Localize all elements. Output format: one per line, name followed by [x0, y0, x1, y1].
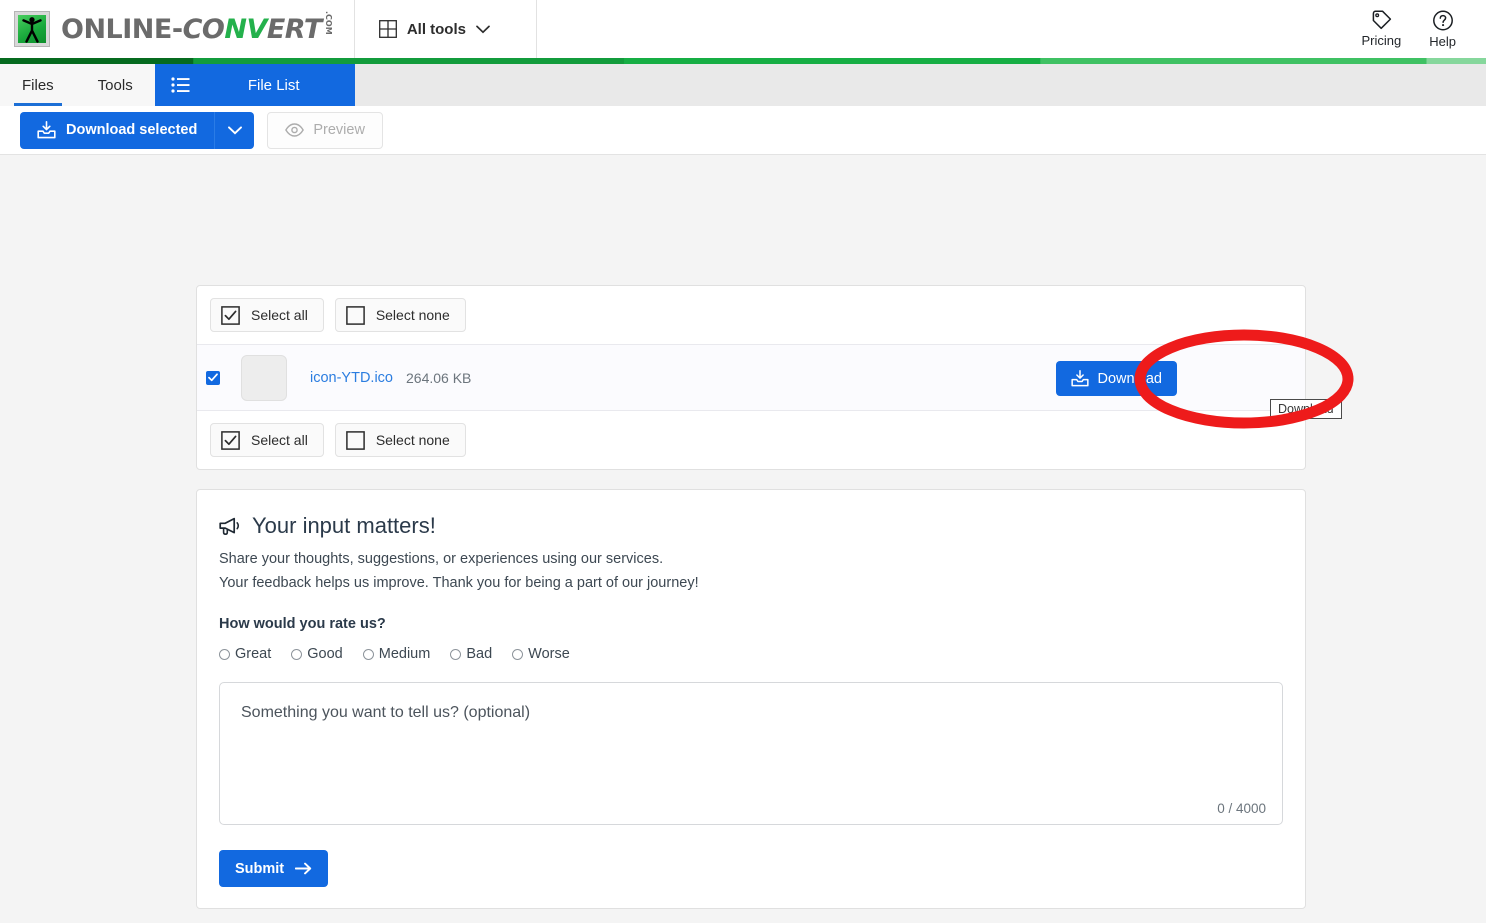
character-counter: 0 / 4000	[1217, 801, 1266, 816]
feedback-line-1: Share your thoughts, suggestions, or exp…	[197, 551, 1305, 567]
logo-dotcom: .COM	[324, 11, 332, 35]
brand-wordmark: ONLINE-CONVERT .COM	[61, 14, 332, 45]
help-button[interactable]: Help	[1429, 10, 1456, 49]
feedback-line-2: Your feedback helps us improve. Thank yo…	[197, 575, 1305, 591]
rating-radio-group: Great Good Medium Bad Worse	[197, 646, 1305, 662]
select-none-label-top: Select none	[376, 307, 450, 323]
tab-tools[interactable]: Tools	[76, 64, 155, 106]
radio-circle-icon	[512, 649, 523, 660]
download-button-label: Download	[1098, 371, 1163, 387]
megaphone-icon	[219, 517, 240, 536]
select-none-button-top[interactable]: Select none	[335, 298, 466, 332]
header-divider-right	[536, 0, 537, 58]
radio-circle-icon	[450, 649, 461, 660]
tab-bar: Files Tools File List	[0, 64, 1486, 106]
feedback-textarea-placeholder: Something you want to tell us? (optional…	[241, 704, 530, 722]
action-toolbar: Download selected Preview	[0, 106, 1486, 155]
pricing-button[interactable]: Pricing	[1362, 10, 1402, 48]
logo-n: N	[224, 14, 246, 45]
select-all-label-bottom: Select all	[251, 432, 308, 448]
select-all-label-top: Select all	[251, 307, 308, 323]
radio-circle-icon	[219, 649, 230, 660]
select-row-bottom: Select all Select none	[197, 411, 1305, 469]
download-tray-icon	[1071, 370, 1089, 387]
file-list-panel: Select all Select none icon-YTD.ico 264.…	[196, 285, 1306, 470]
radio-option-worse[interactable]: Worse	[512, 646, 570, 662]
checked-box-icon	[221, 431, 240, 450]
chevron-down-icon	[228, 126, 242, 135]
app-header: ONLINE-CONVERT .COM All tools Pricing	[0, 0, 1486, 58]
feedback-title: Your input matters!	[252, 513, 436, 539]
file-checkbox[interactable]	[206, 371, 220, 385]
select-none-button-bottom[interactable]: Select none	[335, 423, 466, 457]
download-selected-group: Download selected	[20, 112, 254, 149]
price-tag-icon	[1370, 10, 1392, 30]
logo-online: ONLINE	[61, 14, 172, 45]
radio-option-medium[interactable]: Medium	[363, 646, 431, 662]
empty-box-icon	[346, 306, 365, 325]
empty-box-icon	[346, 431, 365, 450]
feedback-title-row: Your input matters!	[197, 490, 1305, 539]
brand-logo[interactable]: ONLINE-CONVERT .COM	[0, 0, 332, 58]
eye-icon	[285, 123, 304, 137]
tab-file-list-label: File List	[207, 77, 355, 94]
file-size-label: 264.06 KB	[406, 370, 471, 386]
radio-option-bad[interactable]: Bad	[450, 646, 492, 662]
all-tools-menu[interactable]: All tools	[355, 0, 514, 58]
download-selected-button[interactable]: Download selected	[20, 112, 214, 149]
table-row: icon-YTD.ico 264.06 KB Download	[197, 344, 1305, 411]
rating-question: How would you rate us?	[197, 616, 1305, 632]
logo-v: V	[246, 14, 266, 45]
download-selected-label: Download selected	[66, 122, 197, 138]
tab-files[interactable]: Files	[0, 64, 76, 106]
all-tools-label: All tools	[407, 21, 466, 38]
download-tooltip: Download	[1270, 399, 1342, 419]
radio-label-bad: Bad	[466, 646, 492, 662]
check-mark-icon	[208, 373, 218, 382]
running-man-logo-icon	[14, 11, 50, 47]
feedback-panel: Your input matters! Share your thoughts,…	[196, 489, 1306, 909]
download-tray-icon	[37, 121, 56, 139]
select-none-label-bottom: Select none	[376, 432, 450, 448]
radio-label-worse: Worse	[528, 646, 570, 662]
checked-box-icon	[221, 306, 240, 325]
file-thumbnail	[241, 355, 287, 401]
radio-circle-icon	[291, 649, 302, 660]
preview-button[interactable]: Preview	[267, 112, 383, 149]
arrow-right-icon	[295, 862, 312, 875]
submit-button[interactable]: Submit	[219, 850, 328, 887]
help-label: Help	[1429, 34, 1456, 49]
header-right-actions: Pricing Help	[1362, 0, 1486, 58]
radio-label-medium: Medium	[379, 646, 431, 662]
logo-dash: -	[172, 14, 183, 45]
select-all-button-top[interactable]: Select all	[210, 298, 324, 332]
radio-label-good: Good	[307, 646, 342, 662]
logo-ert: ERT	[267, 14, 322, 45]
radio-option-great[interactable]: Great	[219, 646, 271, 662]
submit-label: Submit	[235, 861, 284, 877]
radio-option-good[interactable]: Good	[291, 646, 342, 662]
tab-bar-filler	[355, 64, 1486, 106]
question-circle-icon	[1432, 10, 1454, 31]
preview-label: Preview	[313, 122, 365, 138]
running-man-glyph	[20, 16, 44, 43]
radio-label-great: Great	[235, 646, 271, 662]
feedback-textarea[interactable]: Something you want to tell us? (optional…	[219, 682, 1283, 825]
file-name-link[interactable]: icon-YTD.ico	[310, 370, 393, 386]
download-selected-dropdown[interactable]	[214, 112, 254, 149]
logo-con: CO	[183, 14, 225, 45]
download-button[interactable]: Download	[1056, 361, 1178, 396]
radio-circle-icon	[363, 649, 374, 660]
tab-tools-label: Tools	[98, 77, 133, 94]
chevron-down-icon	[476, 25, 490, 34]
tab-files-label: Files	[22, 77, 54, 94]
select-all-button-bottom[interactable]: Select all	[210, 423, 324, 457]
select-row-top: Select all Select none	[197, 286, 1305, 344]
tab-file-list[interactable]: File List	[155, 64, 355, 106]
grid-icon	[379, 20, 397, 38]
pricing-label: Pricing	[1362, 33, 1402, 48]
list-icon	[155, 77, 207, 93]
